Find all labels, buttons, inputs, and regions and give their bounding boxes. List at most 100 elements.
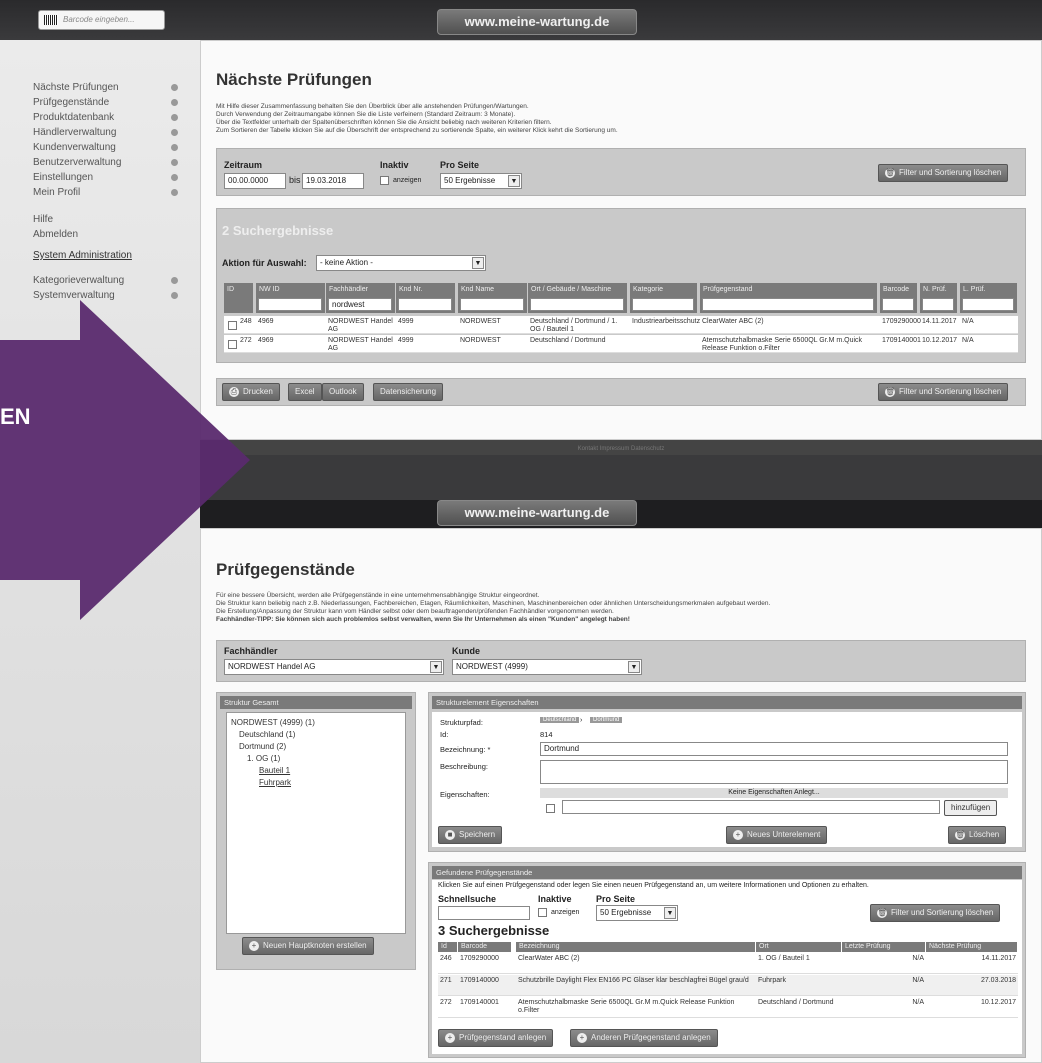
chevron-icon [171, 144, 178, 151]
chevron-down-icon: ▼ [628, 661, 640, 673]
column-header[interactable]: Ort [756, 942, 841, 952]
delete-button[interactable]: 🗑 Löschen [948, 826, 1007, 844]
tree-node[interactable]: NORDWEST (4999) (1) [231, 717, 401, 729]
nav-item[interactable]: Händlerverwaltung [33, 125, 178, 140]
kunde-select[interactable]: NORDWEST (4999) ▼ [452, 659, 642, 675]
quick-search-input[interactable] [438, 906, 530, 920]
bis-label: bis [289, 175, 301, 185]
bez-label: Bezeichnung: * [440, 745, 491, 754]
column-filter-input[interactable] [962, 298, 1014, 311]
column-filter-input[interactable] [258, 298, 322, 311]
nav-item[interactable]: Benutzerverwaltung [33, 155, 178, 170]
nav-help[interactable]: Hilfe [33, 212, 178, 227]
nav-item[interactable]: Produktdatenbank [33, 110, 178, 125]
table-cell: N/A [912, 955, 924, 962]
table-cell: Schutzbrille Daylight Flex EN166 PC Gläs… [518, 977, 749, 984]
fachhaendler-select[interactable]: NORDWEST Handel AG ▼ [224, 659, 444, 675]
clear-filter-button-bottom[interactable]: 🗑 Filter und Sortierung löschen [878, 383, 1009, 401]
id-value: 814 [540, 730, 553, 739]
nav-item[interactable]: Prüfgegenstände [33, 95, 178, 110]
nav-item[interactable]: Mein Profil [33, 185, 178, 200]
arrow-icon [0, 300, 250, 620]
structure-tree: NORDWEST (4999) (1) Deutschland (1) Dort… [226, 712, 406, 934]
add-property-button[interactable]: hinzufügen [944, 800, 998, 816]
save-icon: ■ [445, 829, 455, 840]
table-cell: 14.11.2017 [981, 955, 1016, 962]
outlook-button[interactable]: Outlook [322, 383, 364, 401]
column-header[interactable]: Barcode [458, 942, 511, 952]
table-cell: 1709140000 [460, 977, 499, 984]
breadcrumb-item[interactable]: Dortmund [590, 717, 623, 723]
column-filter-input[interactable] [702, 298, 874, 311]
bezeichnung-input[interactable]: Dortmund [540, 742, 1008, 756]
clear-filter-button[interactable]: 🗑 Filter und Sortierung löschen [878, 164, 1009, 182]
date-to-input[interactable]: 19.03.2018 [302, 173, 364, 189]
clear-filter-button-2[interactable]: 🗑 Filter und Sortierung löschen [870, 904, 1001, 922]
table-cell: 14.11.2017 [922, 318, 957, 325]
nav-item[interactable]: Einstellungen [33, 170, 178, 185]
chevron-icon [171, 277, 178, 284]
column-filter-input[interactable] [530, 298, 624, 311]
table-cell: N/A [962, 318, 974, 325]
beschr-label: Beschreibung: [440, 762, 488, 771]
table-cell: 4969 [258, 337, 274, 344]
chevron-icon [171, 292, 178, 299]
table-cell: Deutschland / Dortmund / 1. OG / Bauteil… [530, 318, 618, 333]
page-title: Nächste Prüfungen [216, 70, 372, 89]
table-cell: N/A [962, 337, 974, 344]
nav-item[interactable]: Kundenverwaltung [33, 140, 178, 155]
aktion-select[interactable]: - keine Aktion - ▼ [316, 255, 486, 271]
proseite-select-2[interactable]: 50 Ergebnisse ▼ [596, 905, 678, 921]
eig-input[interactable] [562, 800, 940, 814]
beschreibung-textarea[interactable] [540, 760, 1008, 784]
save-button[interactable]: ■ Speichern [438, 826, 503, 844]
table-cell: 271 [440, 977, 452, 984]
nav-item[interactable]: Nächste Prüfungen [33, 80, 178, 95]
eig-label: Eigenschaften: [440, 790, 490, 799]
nav-logout[interactable]: Abmelden [33, 227, 178, 242]
table-cell: 1709140001 [882, 337, 921, 344]
tree-node[interactable]: Bauteil 1 [231, 765, 401, 777]
zeitraum-label: Zeitraum [224, 160, 263, 170]
tree-node[interactable]: Deutschland (1) [231, 729, 401, 741]
inaktive-checkbox[interactable] [538, 908, 547, 917]
column-filter-input[interactable] [398, 298, 452, 311]
nav-sysadmin[interactable]: System Administration [33, 250, 178, 265]
pfad-label: Strukturpfad: [440, 718, 483, 727]
column-header[interactable]: Bezeichnung [516, 942, 755, 952]
chevron-icon [171, 114, 178, 121]
add-item-button[interactable]: + Prüfgegenstand anlegen [438, 1029, 554, 1047]
column-header[interactable]: Letzte Prüfung [842, 942, 925, 952]
column-filter-input[interactable] [882, 298, 914, 311]
new-subelement-button[interactable]: + Neues Unterelement [726, 826, 828, 844]
tree-node[interactable]: 1. OG (1) [231, 753, 401, 765]
table-cell: 272 [440, 999, 452, 1006]
barcode-input[interactable]: Barcode eingeben... [38, 10, 165, 30]
column-filter-input[interactable]: nordwest [328, 298, 392, 311]
found-title: Gefundene Prüfgegenstände [432, 866, 1022, 879]
nav-admin-item[interactable]: Kategorieverwaltung [33, 273, 178, 288]
backup-button[interactable]: Datensicherung [373, 383, 444, 401]
column-header[interactable]: Nächste Prüfung [926, 942, 1017, 952]
page-description-2: Für eine bessere Übersicht, werden alle … [216, 592, 771, 623]
inaktiv-checkbox[interactable] [380, 176, 389, 185]
breadcrumb-item[interactable]: Deutschland [540, 717, 580, 723]
column-filter-input[interactable] [632, 298, 694, 311]
add-other-item-button[interactable]: + Anderen Prüfgegenstand anlegen [570, 1029, 718, 1047]
date-from-input[interactable]: 00.00.0000 [224, 173, 286, 189]
excel-button[interactable]: Excel [288, 383, 322, 401]
inaktive-label: Inaktive [538, 894, 572, 904]
column-filter-input[interactable] [460, 298, 524, 311]
table-cell: NORDWEST Handel AG [328, 337, 393, 352]
tree-node[interactable]: Dortmund (2) [231, 741, 401, 753]
tree-node[interactable]: Fuhrpark [231, 777, 401, 789]
eig-checkbox[interactable] [546, 804, 555, 813]
proseite-select[interactable]: 50 Ergebnisse ▼ [440, 173, 522, 189]
column-header[interactable]: Id [438, 942, 457, 952]
chevron-down-icon: ▼ [664, 907, 676, 919]
column-filter-input[interactable] [922, 298, 954, 311]
proseite-label: Pro Seite [440, 160, 480, 170]
fachhaendler-label: Fachhändler [224, 646, 278, 656]
trash-icon: 🗑 [877, 907, 888, 918]
new-main-node-button[interactable]: + Neuen Hauptknoten erstellen [242, 937, 374, 955]
